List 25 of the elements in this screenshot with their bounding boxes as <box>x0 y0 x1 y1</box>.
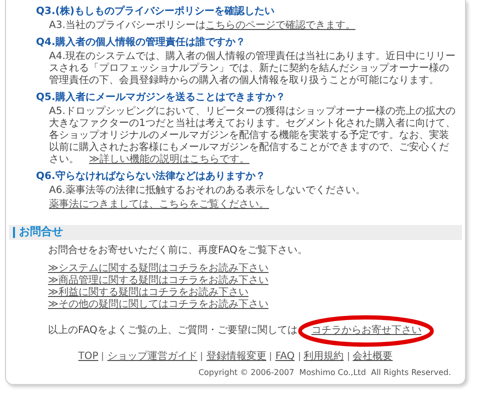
contact-closing: 以上のFAQをよくご覧の上、ご質問・ご要望に関しては コチラからお寄せ下さい <box>48 325 465 337</box>
faq-question: Q3.(株)もしものプライバシーポリシーを確認したい <box>36 6 276 18</box>
footer-link[interactable]: TOP <box>78 349 98 364</box>
answer-link[interactable]: ≫詳しい機能の説明はこちらです。 <box>89 154 250 165</box>
footer-link[interactable]: 登録情報変更 <box>206 349 266 364</box>
faq-question: Q5.購入者にメールマガジンを送ることはできますか？ <box>36 92 286 104</box>
footer-link[interactable]: 利用規約 <box>304 349 344 364</box>
answer-link[interactable]: こちらのページで確認できます。 <box>205 20 356 31</box>
faq-link[interactable]: ≫その他の疑問に関してはコチラをお読み下さい <box>48 299 268 311</box>
faq-answer: A5.ドロップシッピングにおいて、リピーターの獲得はショップオーナー様の売上の拡大の大きなファクターの1つだと当社は考えております。セグメント化された購入者に向けて、各ショップオリジナルのメールマガジンを配信する機能を実装する予定です。なお、実装以前に購入されたお客様にもメールマガジンを配信することができますので、ご安心ください。 ≫詳しい機能の説明はこちらです。 <box>48 106 456 166</box>
faq-question: Q4.購入者の個人情報の管理責任は誰ですか？ <box>36 37 246 49</box>
footer-link[interactable]: FAQ <box>275 349 295 364</box>
copyright: Copyright © 2006-2007 Moshimo Co.,Ltd All Rights Reserved. <box>197 368 452 378</box>
faq-answer: A4.現在のシステムでは、購入者の個人情報の管理責任は当社にあります。近日中にリリースされる「プロフェッショナルプラン」では、新たに契約を結んだショップオーナー様の管理責任の下、会員登録時からの購入者の個人情報を取り扱うことが可能になります。 <box>48 51 456 87</box>
faq-link[interactable]: ≫システムに関する疑問はコチラをお読み下さい <box>48 263 268 275</box>
faq-answer: A3.当社のプライバシーポリシーはこちらのページで確認できます。 <box>48 20 356 32</box>
faq-link[interactable]: ≫利益に関する疑問はコチラをお読み下さい <box>48 287 248 299</box>
faq-link[interactable]: ≫商品管理に関する疑問はコチラをお読み下さい <box>48 275 268 287</box>
section-title: お問合せ <box>19 224 63 240</box>
footer-link[interactable]: 会社概要 <box>352 349 393 364</box>
footer-link[interactable]: ショップ運営ガイド <box>107 349 198 364</box>
faq-question: Q6.守らなければならない法律などはありますか？ <box>36 171 266 183</box>
answer-link[interactable]: 薬事法につきましては、こちらをご覧ください。 <box>49 199 269 210</box>
faq-answer: A6.薬事法等の法律に抵触するおそれのある表示をしないでください。 <box>48 185 366 197</box>
contact-intro: お問合せをお寄せいただく前に、再度FAQをご覧下さい。 <box>48 245 308 257</box>
